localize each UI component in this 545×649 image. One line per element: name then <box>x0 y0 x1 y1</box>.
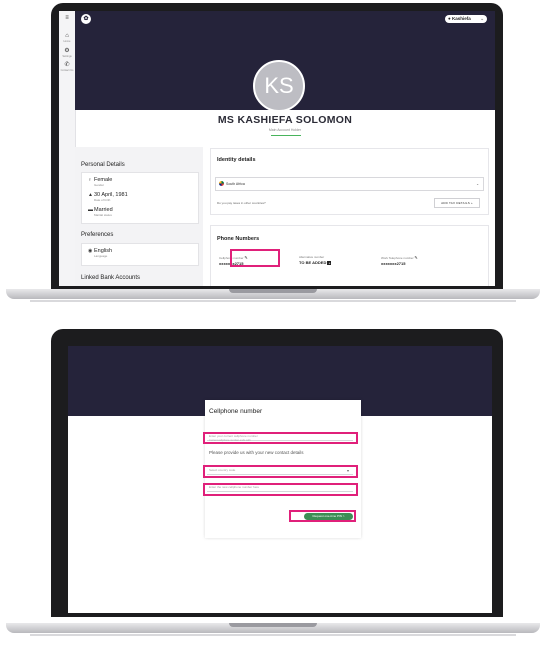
laptop-bottom: Cellphone number Enter your current cell… <box>0 325 545 649</box>
add-icon[interactable]: + <box>327 261 332 265</box>
personal-details-title: Personal Details <box>81 162 125 168</box>
language-row: ◉ English Language <box>88 248 112 258</box>
dob-label: Date of birth <box>94 198 111 202</box>
dialog-title: Cellphone number <box>209 408 263 415</box>
laptop-bottom-notch <box>229 623 317 627</box>
new-number-highlight <box>203 483 358 496</box>
linked-accounts-title: Linked Bank Accounts <box>81 275 141 281</box>
alternative-label: Alternative number <box>299 255 325 259</box>
page-title: MS KASHIEFA SOLOMON <box>217 114 353 126</box>
tax-question: Do you pay taxes in other countries? <box>217 201 266 205</box>
gear-icon: ⚙ <box>64 48 70 54</box>
dob-row: ▲30 April, 1981 Date of birth <box>88 192 128 202</box>
rail-item-home[interactable]: ⌂ Home <box>59 33 75 43</box>
laptop-bottom-foot <box>30 634 516 636</box>
marital-label: Marital status <box>94 213 112 217</box>
current-input-highlight <box>203 432 358 444</box>
language-label: Language <box>94 254 108 258</box>
chevron-down-icon: ⌄ <box>476 182 479 186</box>
preferences-title: Preferences <box>81 232 114 238</box>
laptop-top: ≡ ⌂ Home ⚙ Settings ✆ Contact Us ✿ ● Kas… <box>0 0 545 325</box>
rail-item-label: Contact Us <box>60 69 74 72</box>
work-phone-field[interactable]: Work Telephone number ✎ xxxxxxx2715 <box>381 255 418 266</box>
phone-icon: ✆ <box>64 62 70 68</box>
chevron-down-icon: ⌄ <box>480 16 484 21</box>
menu-icon[interactable]: ≡ <box>59 15 75 21</box>
title-underline <box>271 135 301 136</box>
identity-title: Identity details <box>217 157 256 163</box>
gender-row: ♀ Female Gender <box>88 177 112 187</box>
user-icon: ● <box>448 16 451 21</box>
personal-details-card: ♀ Female Gender ▲30 April, 1981 Date of b… <box>81 172 199 224</box>
rail-item-label: Home <box>63 40 71 43</box>
work-phone-value: xxxxxxx2715 <box>381 261 406 266</box>
rail-item-settings[interactable]: ⚙ Settings <box>59 47 75 58</box>
marital-row: ▬Married Marital status <box>88 207 113 217</box>
country-select[interactable]: South Africa ⌄ <box>215 177 484 191</box>
brand-logo-icon[interactable]: ✿ <box>81 14 91 24</box>
identity-card: Identity details South Africa ⌄ Do you p… <box>210 148 489 215</box>
alternative-value: TO BE ADDED + <box>299 260 332 265</box>
add-tax-details-button[interactable]: ADD TAX DETAILS + <box>434 198 480 208</box>
phone-numbers-title: Phone Numbers <box>217 236 260 242</box>
flag-za-icon <box>219 181 224 186</box>
account-role: Main Account Holder <box>268 128 302 132</box>
alternative-field[interactable]: Alternative number TO BE ADDED + <box>299 255 332 265</box>
pencil-icon[interactable]: ✎ <box>414 255 417 260</box>
home-icon: ⌂ <box>65 33 69 39</box>
cellphone-screen: Cellphone number Enter your current cell… <box>68 346 492 613</box>
user-name: Kashiefa <box>451 16 471 21</box>
new-details-caption: Please provide us with your new contact … <box>209 450 304 455</box>
cellphone-highlight <box>230 249 280 267</box>
side-rail: ≡ ⌂ Home ⚙ Settings ✆ Contact Us <box>59 11 76 286</box>
country-code-highlight <box>203 465 358 478</box>
rail-item-label: Settings <box>62 55 72 58</box>
rail-item-contact[interactable]: ✆ Contact Us <box>59 61 75 72</box>
preferences-card: ◉ English Language <box>81 243 199 266</box>
avatar: KS <box>253 60 305 112</box>
laptop-top-notch <box>229 289 317 293</box>
laptop-top-foot <box>30 300 516 302</box>
submit-highlight <box>289 510 356 522</box>
profile-screen: ≡ ⌂ Home ⚙ Settings ✆ Contact Us ✿ ● Kas… <box>59 11 495 286</box>
work-phone-label: Work Telephone number <box>381 256 414 260</box>
user-menu-button[interactable]: ● Kashiefa ⌄ <box>445 15 487 23</box>
country-value: South Africa <box>226 182 245 186</box>
gender-label: Gender <box>94 183 105 187</box>
